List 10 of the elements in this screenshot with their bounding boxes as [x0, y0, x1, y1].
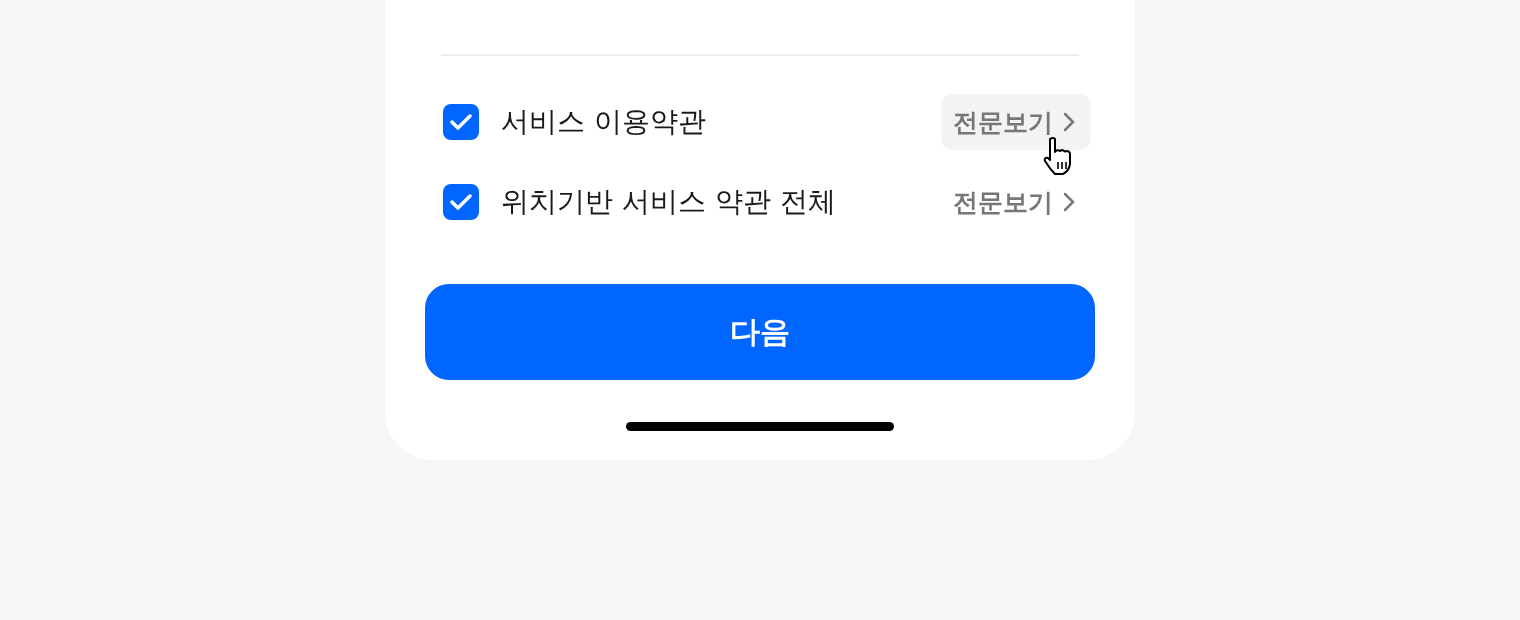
checkbox[interactable]: [443, 184, 479, 220]
term-label: 위치기반 서비스 약관 전체: [501, 184, 837, 220]
checkbox[interactable]: [443, 104, 479, 140]
checkmark-icon: [450, 193, 472, 211]
chevron-right-icon: [1063, 192, 1075, 212]
chevron-right-icon: [1063, 112, 1075, 132]
next-button[interactable]: 다음: [425, 284, 1095, 380]
checkmark-icon: [450, 113, 472, 131]
view-full-link[interactable]: 전문보기: [941, 174, 1091, 230]
term-label: 서비스 이용약관: [501, 104, 707, 140]
